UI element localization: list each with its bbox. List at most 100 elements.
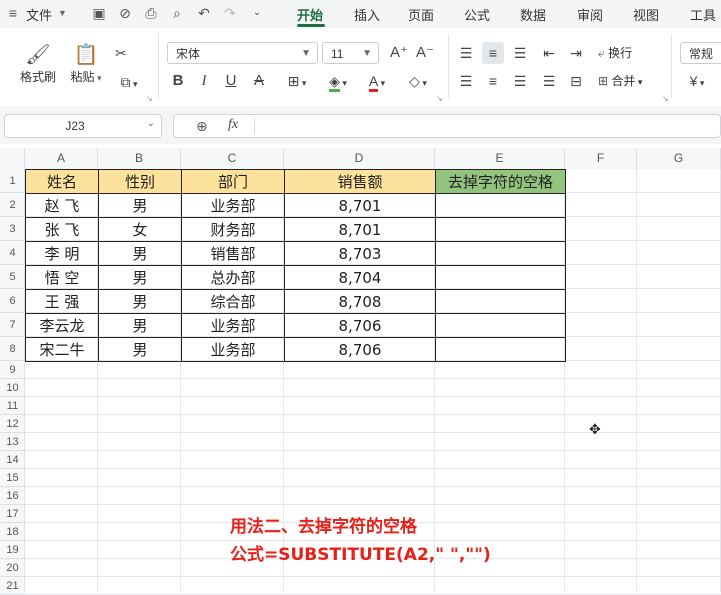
row-header-5[interactable]: 5: [0, 265, 25, 289]
cell-c1[interactable]: 部门: [181, 169, 285, 194]
tab-7[interactable]: 视图: [633, 5, 659, 24]
fill-color-button[interactable]: ◈ ▾: [322, 70, 354, 92]
column-header-f[interactable]: F: [565, 148, 637, 169]
cell-a3[interactable]: 张 飞: [25, 217, 99, 242]
cell-b7[interactable]: 男: [98, 313, 182, 338]
row-header-16[interactable]: 16: [0, 487, 25, 505]
undo-icon[interactable]: ↶: [195, 4, 213, 22]
row-header-1[interactable]: 1: [0, 169, 25, 193]
tab-3[interactable]: 页面: [408, 5, 434, 24]
align-right-icon[interactable]: ☰: [509, 70, 531, 92]
cell-c4[interactable]: 销售部: [181, 241, 285, 266]
row-header-6[interactable]: 6: [0, 289, 25, 313]
column-header-a[interactable]: A: [25, 148, 98, 169]
column-header-d[interactable]: D: [284, 148, 435, 169]
row-header-9[interactable]: 9: [0, 361, 25, 379]
row-header-12[interactable]: 12: [0, 415, 25, 433]
cell-d7[interactable]: 8,706: [284, 313, 436, 338]
merge-button[interactable]: ⊞ 合并 ▾: [598, 70, 642, 92]
cell-c7[interactable]: 业务部: [181, 313, 285, 338]
cell-e4[interactable]: [435, 241, 566, 266]
underline-button[interactable]: U: [220, 70, 242, 92]
font-name-select[interactable]: 宋体 ▼: [167, 42, 318, 64]
cell-a7[interactable]: 李云龙: [25, 313, 99, 338]
chevron-down-icon[interactable]: ⌄: [147, 118, 155, 129]
cell-c3[interactable]: 财务部: [181, 217, 285, 242]
tab-4[interactable]: 公式: [464, 5, 490, 24]
cell-d1[interactable]: 销售额: [284, 169, 436, 194]
print-icon[interactable]: ⎙: [142, 4, 160, 22]
tab-1[interactable]: 开始: [297, 5, 323, 24]
row-header-2[interactable]: 2: [0, 193, 25, 217]
name-box[interactable]: J23 ⌄: [4, 114, 162, 138]
cut-icon[interactable]: ✂: [110, 42, 132, 64]
save-icon[interactable]: ▣: [90, 4, 108, 22]
row-header-20[interactable]: 20: [0, 559, 25, 577]
cell-e6[interactable]: [435, 289, 566, 314]
cell-c6[interactable]: 综合部: [181, 289, 285, 314]
borders-button[interactable]: ⊞ ▾: [281, 70, 313, 92]
cell-c2[interactable]: 业务部: [181, 193, 285, 218]
cell-b6[interactable]: 男: [98, 289, 182, 314]
align-bottom-icon[interactable]: ☰: [509, 42, 531, 64]
cell-e2[interactable]: [435, 193, 566, 218]
paste-button[interactable]: 📋 粘贴 ▾: [66, 42, 106, 85]
cell-a4[interactable]: 李 明: [25, 241, 99, 266]
row-header-10[interactable]: 10: [0, 379, 25, 397]
cell-b8[interactable]: 男: [98, 337, 182, 362]
cell-d5[interactable]: 8,704: [284, 265, 436, 290]
row-header-3[interactable]: 3: [0, 217, 25, 241]
tab-2[interactable]: 插入: [354, 5, 380, 24]
cell-c8[interactable]: 业务部: [181, 337, 285, 362]
file-menu-chevron-icon[interactable]: ▼: [58, 8, 67, 18]
decrease-indent-icon[interactable]: ⇤: [538, 42, 560, 64]
align-top-icon[interactable]: ☰: [455, 42, 477, 64]
currency-button[interactable]: ¥ ▾: [682, 70, 712, 92]
cell-a6[interactable]: 王 强: [25, 289, 99, 314]
cell-a2[interactable]: 赵 飞: [25, 193, 99, 218]
fx-icon[interactable]: fx: [228, 117, 238, 133]
redo-icon[interactable]: ↷: [221, 4, 239, 22]
cell-a1[interactable]: 姓名: [25, 169, 99, 194]
row-header-11[interactable]: 11: [0, 397, 25, 415]
cell-d2[interactable]: 8,701: [284, 193, 436, 218]
row-header-8[interactable]: 8: [0, 337, 25, 361]
row-header-15[interactable]: 15: [0, 469, 25, 487]
row-header-4[interactable]: 4: [0, 241, 25, 265]
distributed-icon[interactable]: ⊟: [565, 70, 587, 92]
bold-button[interactable]: B: [167, 70, 189, 92]
wrap-text-button[interactable]: ⤶ 换行: [598, 42, 632, 64]
clipboard-dialog-launcher-icon[interactable]: ↘: [146, 94, 153, 103]
cell-e3[interactable]: [435, 217, 566, 242]
cell-b1[interactable]: 性别: [98, 169, 182, 194]
cell-b2[interactable]: 男: [98, 193, 182, 218]
align-middle-icon[interactable]: ≡: [482, 42, 504, 64]
column-header-e[interactable]: E: [435, 148, 565, 169]
row-header-14[interactable]: 14: [0, 451, 25, 469]
column-header-c[interactable]: C: [181, 148, 284, 169]
row-header-18[interactable]: 18: [0, 523, 25, 541]
row-header-13[interactable]: 13: [0, 433, 25, 451]
copy-icon[interactable]: ⧉ ▾: [114, 71, 144, 93]
cell-e8[interactable]: [435, 337, 566, 362]
row-header-19[interactable]: 19: [0, 541, 25, 559]
print-preview-icon[interactable]: ⌕: [168, 4, 186, 22]
link-icon[interactable]: ⊘: [116, 4, 134, 22]
cell-d3[interactable]: 8,701: [284, 217, 436, 242]
align-left-icon[interactable]: ☰: [455, 70, 477, 92]
cell-d4[interactable]: 8,703: [284, 241, 436, 266]
justify-icon[interactable]: ☰: [538, 70, 560, 92]
cell-d8[interactable]: 8,706: [284, 337, 436, 362]
zoom-icon[interactable]: ⊕: [196, 118, 208, 135]
cell-c5[interactable]: 总办部: [181, 265, 285, 290]
cell-e7[interactable]: [435, 313, 566, 338]
cell-a5[interactable]: 悟 空: [25, 265, 99, 290]
font-dialog-launcher-icon[interactable]: ↘: [436, 94, 443, 103]
italic-button[interactable]: I: [193, 70, 215, 92]
align-center-icon[interactable]: ≡: [482, 70, 504, 92]
font-size-select[interactable]: 11 ▼: [322, 42, 379, 64]
increase-indent-icon[interactable]: ⇥: [565, 42, 587, 64]
cell-e1[interactable]: 去掉字符的空格: [435, 169, 566, 194]
select-all-corner[interactable]: [0, 148, 25, 169]
row-header-21[interactable]: 21: [0, 577, 25, 595]
